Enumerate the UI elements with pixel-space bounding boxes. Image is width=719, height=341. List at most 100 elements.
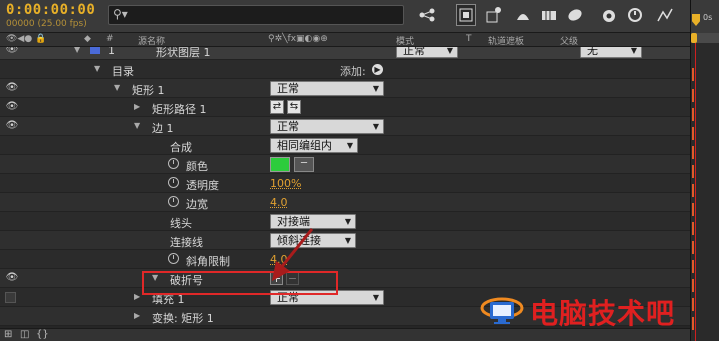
opacity-label: 透明度 — [186, 179, 219, 192]
twirl-open-icon[interactable]: ▼ — [134, 121, 140, 130]
work-area-start-handle[interactable] — [691, 33, 697, 43]
layer-index: 1 — [108, 47, 115, 57]
line-join-label: 连接线 — [170, 236, 203, 249]
transform-label[interactable]: 变换: 矩形 1 — [152, 310, 214, 326]
brainstorm-icon[interactable] — [600, 6, 618, 24]
keyframe-marker[interactable] — [692, 165, 694, 178]
current-time-display[interactable]: 0:00:00:00 — [6, 2, 95, 18]
in-out-toggle-icon[interactable]: {} — [36, 329, 49, 340]
live-update-icon[interactable] — [456, 4, 476, 26]
ruler-head: 0s — [691, 0, 719, 33]
twirl-open-icon[interactable]: ▼ — [94, 64, 100, 73]
miter-limit-label: 斜角限制 — [186, 255, 230, 268]
draft-3d-icon[interactable] — [484, 6, 502, 24]
search-input[interactable]: ⚲▾ — [108, 5, 404, 25]
layer-name[interactable]: 形状图层 1 — [156, 47, 211, 60]
frame-rate-display: 00000 (25.00 fps) — [6, 19, 87, 29]
twirl-open-icon[interactable]: ▼ — [74, 47, 80, 54]
keyframe-marker[interactable] — [692, 68, 694, 81]
stroke-mode-dropdown[interactable]: 正常 ▼ — [270, 119, 384, 134]
ruler-label: 0s — [703, 13, 713, 22]
eyedropper-icon[interactable]: ─ — [294, 157, 314, 172]
stopwatch-icon[interactable] — [168, 158, 179, 169]
label-column-icon: ◆ — [84, 34, 91, 44]
stroke-row[interactable]: 👁 ▼ 边 1 正常 ▼ — [0, 117, 690, 136]
eye-icon[interactable]: 👁 — [5, 120, 19, 132]
parent-dropdown[interactable]: 无 ▼ — [580, 47, 642, 58]
stroke-label[interactable]: 边 1 — [152, 120, 174, 136]
av-features-icon: 👁◀● 🔒 — [6, 34, 47, 44]
contents-row[interactable]: ▼ 目录 添加: ▶ — [0, 60, 690, 79]
layer-row[interactable]: 👁 ▼ 1 形状图层 1 正常 ▼ 无 ▼ — [0, 47, 690, 60]
time-ruler[interactable]: 0s — [690, 0, 719, 341]
timeline-bottom-bar: ⊞ ◫ {} — [0, 328, 690, 341]
keyframe-marker[interactable] — [692, 241, 694, 254]
stroke-width-value[interactable]: 4.0 — [270, 196, 288, 209]
add-label[interactable]: 添加: — [340, 63, 366, 79]
twirl-open-icon[interactable]: ▼ — [114, 83, 120, 92]
rectangle-mode-dropdown[interactable]: 正常 ▼ — [270, 81, 384, 96]
mode-column-header: 模式 — [396, 37, 415, 47]
modes-toggle-icon[interactable]: ◫ — [20, 329, 29, 340]
rectangle-path-label[interactable]: 矩形路径 1 — [152, 101, 207, 117]
layer-switches-toggle-icon[interactable]: ⊞ — [4, 329, 12, 340]
composite-dropdown[interactable]: 相同编组内 ▼ — [270, 138, 358, 153]
miter-limit-row: 斜角限制 4.0 — [0, 250, 690, 269]
color-row: 颜色 ─ — [0, 155, 690, 174]
motion-blur-icon[interactable] — [566, 6, 584, 24]
keyframe-marker[interactable] — [692, 127, 694, 140]
stopwatch-icon[interactable] — [168, 177, 179, 188]
keyframe-marker[interactable] — [692, 184, 694, 197]
add-menu-icon[interactable]: ▶ — [372, 64, 383, 75]
watermark-logo-icon — [480, 297, 524, 324]
compositions-mini-flowchart-icon[interactable] — [418, 6, 436, 24]
composite-label: 合成 — [170, 141, 192, 154]
eye-icon[interactable]: 👁 — [5, 272, 19, 284]
keyframe-marker[interactable] — [692, 222, 694, 235]
twirl-closed-icon[interactable]: ▶ — [134, 311, 140, 320]
line-join-row: 连接线 倾斜连接 ▼ — [0, 231, 690, 250]
keyframe-marker[interactable] — [692, 108, 694, 121]
hide-shy-layers-icon[interactable] — [514, 6, 532, 24]
path-direction-button[interactable]: ⇄ — [270, 100, 284, 114]
rectangle-group-label[interactable]: 矩形 1 — [132, 82, 165, 98]
path-reverse-button[interactable]: ⇆ — [287, 100, 301, 114]
keyframe-marker[interactable] — [692, 146, 694, 159]
visibility-toggle[interactable] — [5, 292, 16, 303]
parent-column-header: 父级 — [560, 37, 579, 47]
twirl-closed-icon[interactable]: ▶ — [134, 102, 140, 111]
layer-mode-dropdown[interactable]: 正常 ▼ — [396, 47, 458, 58]
keyframe-marker[interactable] — [692, 298, 694, 311]
graph-editor-icon[interactable] — [656, 6, 674, 24]
line-cap-label: 线头 — [170, 217, 192, 230]
rectangle-group-row[interactable]: 👁 ▼ 矩形 1 正常 ▼ — [0, 79, 690, 98]
stopwatch-icon[interactable] — [168, 196, 179, 207]
keyframe-marker[interactable] — [692, 279, 694, 292]
layer-label-color[interactable] — [90, 47, 100, 54]
work-area-bar[interactable] — [691, 33, 719, 43]
line-cap-row: 线头 对接端 ▼ — [0, 212, 690, 231]
source-name-column-header[interactable]: 源名称 — [138, 34, 165, 47]
keyframe-marker[interactable] — [692, 89, 694, 102]
current-time-line — [695, 43, 696, 341]
stroke-color-swatch[interactable] — [270, 157, 290, 172]
keyframe-marker[interactable] — [692, 260, 694, 273]
frame-blending-icon[interactable] — [540, 6, 558, 24]
stroke-width-row: 边宽 4.0 — [0, 193, 690, 212]
keyframe-marker[interactable] — [692, 203, 694, 216]
twirl-closed-icon[interactable]: ▶ — [134, 292, 140, 301]
composite-row: 合成 相同编组内 ▼ — [0, 136, 690, 155]
eye-icon[interactable]: 👁 — [5, 47, 19, 56]
stopwatch-icon[interactable] — [168, 253, 179, 264]
auto-keyframe-icon[interactable] — [626, 6, 644, 24]
switches-column-header: ⚲✲╲fx▣◐◉⊕ — [268, 34, 328, 44]
current-time-indicator-icon[interactable] — [692, 14, 700, 26]
eye-icon[interactable]: 👁 — [5, 82, 19, 94]
eye-icon[interactable]: 👁 — [5, 101, 19, 113]
pointer-arrow-icon — [272, 228, 314, 281]
rectangle-path-row[interactable]: 👁 ▶ 矩形路径 1 ⇄ ⇆ — [0, 98, 690, 117]
opacity-value[interactable]: 100% — [270, 177, 301, 190]
watermark-text: 电脑技术吧 — [530, 297, 676, 330]
track-matte-column-header: 轨道遮板 — [488, 37, 525, 47]
keyframe-marker[interactable] — [692, 317, 694, 330]
